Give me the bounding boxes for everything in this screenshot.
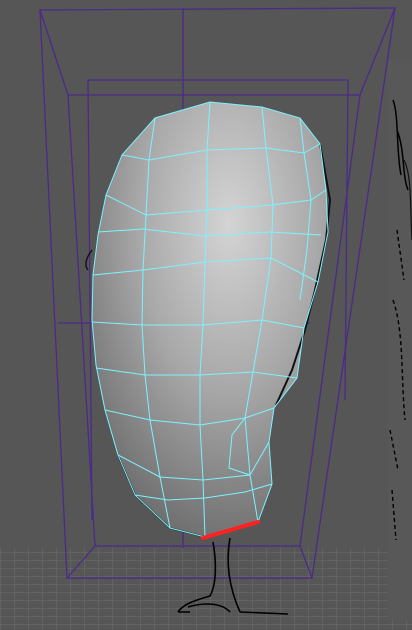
reference-image-plane[interactable] [388, 60, 412, 620]
viewport-canvas[interactable] [0, 0, 412, 630]
modeling-viewport[interactable] [0, 0, 412, 630]
floor-grid [0, 548, 412, 630]
head-mesh[interactable] [85, 101, 332, 540]
head-shaded-surface[interactable] [92, 102, 328, 537]
